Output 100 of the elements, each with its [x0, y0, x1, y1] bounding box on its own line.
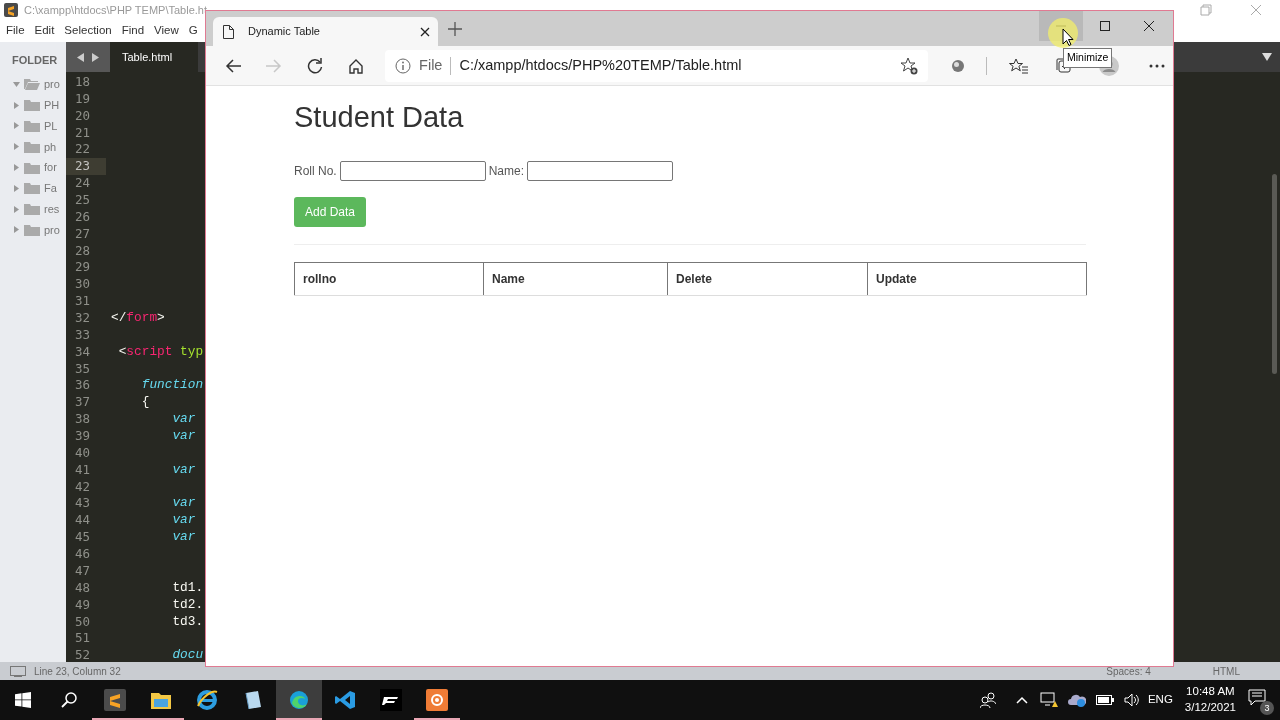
message-icon: [1248, 689, 1266, 705]
plus-icon: [448, 21, 462, 36]
code-line: var: [171, 411, 197, 429]
tooltip: Minimize: [1063, 48, 1113, 68]
folder-icon: [24, 203, 40, 216]
text-input[interactable]: [339, 160, 486, 181]
menu-item[interactable]: File: [6, 22, 25, 40]
line-number: 40: [74, 444, 92, 462]
folder-name: PH: [44, 97, 60, 113]
menu-item[interactable]: Edit: [34, 22, 55, 40]
clock-date[interactable]: 3/12/2021: [1184, 700, 1236, 716]
line-number: 33: [74, 326, 92, 344]
code-line: td2.: [171, 596, 205, 614]
close-tab-button[interactable]: [420, 26, 430, 37]
line-number: 46: [74, 546, 92, 563]
browser-icon: [288, 689, 310, 711]
line-number: 39: [74, 428, 92, 445]
line-number: 34: [74, 343, 92, 361]
page-icon: [223, 24, 234, 39]
back-arrow-icon: [224, 57, 241, 74]
previous-arrow-icon[interactable]: [77, 52, 85, 62]
code-line: var: [171, 495, 197, 513]
folder-name: pro: [44, 77, 60, 93]
folder-item[interactable]: for: [0, 157, 66, 178]
code-line: td1.: [171, 579, 205, 597]
folder-item[interactable]: pro: [0, 74, 66, 95]
line-number: 25: [74, 192, 92, 209]
menu-item[interactable]: Find: [121, 22, 145, 40]
menu-item[interactable]: G: [188, 22, 198, 40]
line-number: 18: [74, 74, 92, 91]
sidebar-header: FOLDER: [11, 53, 59, 68]
column-header: rollno: [294, 262, 484, 296]
speaker-icon[interactable]: [1123, 693, 1140, 707]
folder-item[interactable]: PL: [0, 115, 66, 137]
page-heading: Student Data: [294, 100, 465, 135]
favorites-icon[interactable]: [1008, 57, 1029, 74]
clock-time[interactable]: 10:48 AM: [1184, 684, 1236, 700]
code-line: function: [140, 377, 205, 395]
folder-icon: [24, 223, 40, 236]
folder-item[interactable]: pro: [0, 219, 66, 241]
text-input[interactable]: [527, 160, 674, 181]
code-editor-icon: [104, 689, 126, 711]
code-line: var: [171, 512, 197, 530]
battery-icon[interactable]: [1095, 695, 1114, 705]
line-number: 44: [74, 512, 92, 530]
line-number: 50: [74, 613, 92, 631]
info-icon[interactable]: [395, 57, 412, 74]
menu-item[interactable]: Selection: [64, 22, 112, 40]
line-number: 52: [74, 647, 92, 662]
more-icon[interactable]: [1148, 63, 1165, 68]
browser-tab[interactable]: Dynamic Table: [213, 17, 438, 46]
line-number: 47: [74, 562, 92, 580]
folder-name: ph: [44, 139, 57, 155]
code-line: docu: [171, 647, 205, 662]
add-favorite-icon[interactable]: [900, 56, 918, 75]
chevron-up-icon[interactable]: [1015, 696, 1028, 704]
site-scheme: File: [419, 55, 443, 75]
cloud-sync-icon[interactable]: [1067, 693, 1086, 707]
language-indicator[interactable]: ENG: [1147, 691, 1173, 709]
field-label: Name:: [488, 162, 525, 180]
search-icon[interactable]: [61, 692, 77, 708]
panel-toggle-icon[interactable]: [10, 665, 26, 677]
line-number: 35: [74, 360, 92, 378]
url-text: C:/xampp/htdocs/PHP%20TEMP/Table.html: [459, 55, 742, 75]
code-line: <script typ: [117, 343, 205, 361]
folder-item[interactable]: PH: [0, 94, 66, 116]
line-number: 49: [74, 596, 92, 614]
line-number: 30: [74, 276, 92, 294]
scrollbar-thumb[interactable]: [1271, 174, 1277, 374]
open-folder-icon: [24, 78, 40, 91]
status-position: Line 23, Column 32: [34, 664, 121, 679]
folder-icon: [24, 182, 40, 195]
indentation-status[interactable]: Spaces: 4: [1106, 663, 1151, 679]
folder-item[interactable]: res: [0, 198, 66, 220]
dropdown-arrow-icon[interactable]: [1262, 53, 1272, 61]
folder-name: PL: [44, 118, 58, 134]
windows-start-icon[interactable]: [15, 692, 31, 708]
column-header: Name: [483, 262, 668, 296]
line-number: 41: [74, 461, 92, 479]
globe-e-icon: [196, 689, 218, 711]
recorder-icon: [426, 689, 448, 711]
line-number: 29: [74, 259, 92, 277]
line-number: 19: [74, 90, 92, 108]
people-icon[interactable]: [979, 692, 996, 708]
address-bar[interactable]: File C:/xampp/htdocs/PHP%20TEMP/Table.html: [385, 49, 928, 82]
app-logo-icon: [4, 3, 18, 17]
line-number: 21: [74, 124, 92, 142]
folder-item[interactable]: Fa: [0, 178, 66, 199]
line-number: 27: [74, 225, 92, 243]
file-tab[interactable]: Table.html: [110, 42, 198, 72]
refresh-icon: [307, 57, 324, 74]
menu-item[interactable]: View: [154, 22, 179, 40]
code-line: var: [171, 529, 197, 547]
line-number: 48: [74, 579, 92, 597]
folder-icon: [24, 120, 40, 132]
network-warning-icon[interactable]: [1039, 692, 1058, 708]
next-arrow-icon[interactable]: [91, 52, 99, 62]
folder-item[interactable]: ph: [0, 136, 66, 158]
syntax-status[interactable]: HTML: [1212, 663, 1240, 679]
extension-icon[interactable]: [950, 57, 966, 74]
